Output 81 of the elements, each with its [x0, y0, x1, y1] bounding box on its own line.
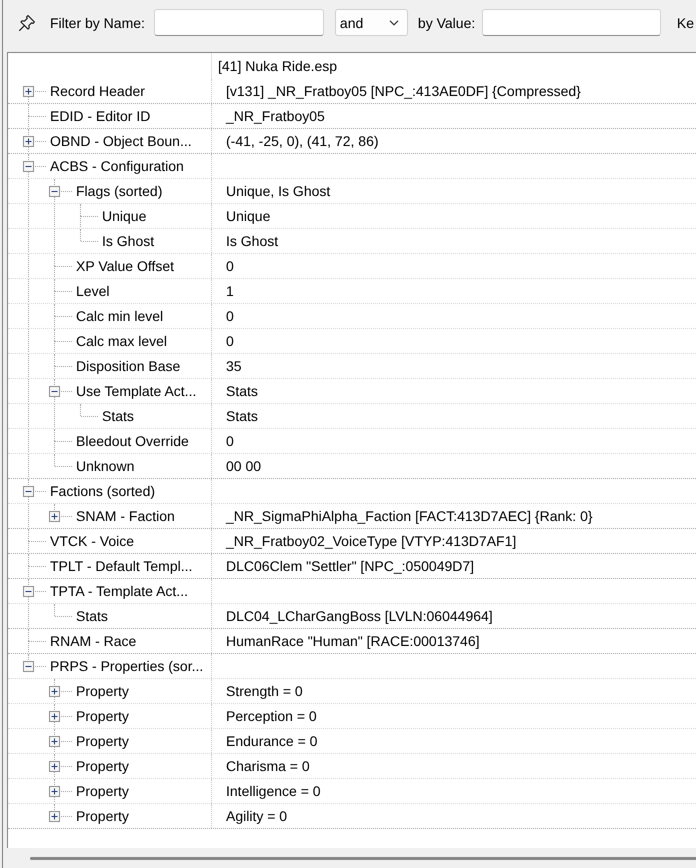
tree-item[interactable]: Disposition Base: [76, 354, 180, 378]
tree-item[interactable]: Calc max level: [76, 329, 168, 353]
tree-item[interactable]: Unique: [102, 204, 146, 228]
scrollbar-thumb[interactable]: [30, 856, 696, 860]
field-value: Stats: [226, 408, 258, 424]
field-value: Charisma = 0: [226, 758, 310, 774]
minus-box-icon[interactable]: [23, 161, 34, 172]
field-value: Unique: [226, 208, 270, 224]
plus-box-icon[interactable]: [49, 786, 60, 797]
minus-box-icon[interactable]: [49, 186, 60, 197]
field-value: 0: [226, 433, 234, 449]
tree-item[interactable]: VTCK - Voice: [50, 529, 134, 553]
tree-item[interactable]: Factions (sorted): [50, 479, 156, 503]
name-filter-label: Filter by Name:: [50, 14, 145, 32]
field-value: Unique, Is Ghost: [226, 183, 330, 199]
field-value: Perception = 0: [226, 708, 317, 724]
field-value: Endurance = 0: [226, 733, 318, 749]
tree-item[interactable]: Calc min level: [76, 304, 164, 328]
field-value: Stats: [226, 383, 258, 399]
tree-item[interactable]: SNAM - Faction: [76, 504, 175, 528]
file-header: [41] Nuka Ride.esp: [218, 58, 338, 74]
field-value: DLC06Clem "Settler" [NPC_:050049D7]: [226, 558, 474, 574]
value-filter-label: by Value:: [418, 14, 476, 32]
tree-item[interactable]: TPTA - Template Act...: [50, 579, 188, 603]
minus-box-icon[interactable]: [23, 661, 34, 672]
field-value: _NR_SigmaPhiAlpha_Faction [FACT:413D7AEC] {Rank: 0}: [226, 508, 593, 524]
minus-box-icon[interactable]: [23, 586, 34, 597]
field-value: 0: [226, 333, 234, 349]
chevron-down-icon: [388, 20, 399, 26]
field-value: [v131] _NR_Fratboy05 [NPC_:413AE0DF] {Compressed}: [226, 83, 581, 99]
field-value: 1: [226, 283, 234, 299]
field-value: 35: [226, 358, 242, 374]
minus-box-icon[interactable]: [49, 386, 60, 397]
tree-item[interactable]: Use Template Act...: [76, 379, 196, 403]
tree-item[interactable]: Property: [76, 704, 129, 728]
plus-box-icon[interactable]: [49, 686, 60, 697]
field-value: Strength = 0: [226, 683, 303, 699]
tree-item[interactable]: Record Header: [50, 79, 145, 103]
plus-box-icon[interactable]: [49, 511, 60, 522]
field-value: 00 00: [226, 458, 262, 474]
value-filter-field[interactable]: [482, 9, 661, 36]
tree-item[interactable]: XP Value Offset: [76, 254, 174, 278]
tree-item[interactable]: Property: [76, 679, 129, 703]
plus-box-icon[interactable]: [49, 711, 60, 722]
tree-item[interactable]: ACBS - Configuration: [50, 154, 184, 178]
tree-item[interactable]: RNAM - Race: [50, 629, 136, 653]
name-filter-field[interactable]: [154, 9, 324, 36]
tree-item[interactable]: OBND - Object Boun...: [50, 129, 192, 153]
tree-item[interactable]: Flags (sorted): [76, 179, 162, 203]
field-value: Intelligence = 0: [226, 783, 321, 799]
tree-item[interactable]: Property: [76, 804, 129, 828]
field-value: (-41, -25, 0), (41, 72, 86): [226, 133, 379, 149]
tree-item[interactable]: Stats: [76, 604, 108, 628]
tree-item[interactable]: Bleedout Override: [76, 429, 189, 453]
toolbar-label: Ke: [676, 14, 694, 32]
pin-icon[interactable]: [18, 14, 36, 32]
minus-box-icon[interactable]: [23, 486, 34, 497]
plus-box-icon[interactable]: [49, 761, 60, 772]
field-value: Is Ghost: [226, 233, 278, 249]
field-value: DLC04_LCharGangBoss [LVLN:06044964]: [226, 608, 493, 624]
field-value: _NR_Fratboy02_VoiceType [VTYP:413D7AF1]: [226, 533, 516, 549]
plus-box-icon[interactable]: [49, 736, 60, 747]
plus-box-icon[interactable]: [23, 86, 34, 97]
plus-box-icon[interactable]: [23, 136, 34, 147]
field-value: _NR_Fratboy05: [226, 108, 325, 124]
tree-item[interactable]: PRPS - Properties (sor...: [50, 654, 204, 678]
tree-item[interactable]: Property: [76, 729, 129, 753]
field-value: 0: [226, 308, 234, 324]
tree-item[interactable]: Stats: [102, 404, 134, 428]
field-value: 0: [226, 258, 234, 274]
tree-item[interactable]: Level: [76, 279, 110, 303]
tree-item[interactable]: Property: [76, 779, 129, 803]
tree-item[interactable]: Property: [76, 754, 129, 778]
tree-item[interactable]: EDID - Editor ID: [50, 104, 150, 128]
field-value: HumanRace "Human" [RACE:00013746]: [226, 633, 480, 649]
field-value: Agility = 0: [226, 808, 288, 824]
plus-box-icon[interactable]: [49, 811, 60, 822]
tree-item[interactable]: TPLT - Default Templ...: [50, 554, 192, 578]
tree-item[interactable]: Is Ghost: [102, 229, 154, 253]
tree-item[interactable]: Unknown: [76, 454, 134, 478]
operator-dropdown[interactable]: and: [334, 9, 408, 36]
